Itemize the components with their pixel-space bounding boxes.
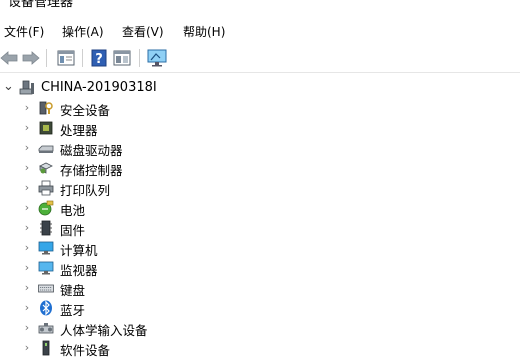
tree-node-label: 固件 bbox=[60, 223, 86, 238]
toolbar-separator bbox=[139, 49, 140, 67]
menu-bar: 文件(F) 操作(A) 查看(V) 帮助(H) bbox=[0, 20, 520, 42]
tree-node-label: 键盘 bbox=[60, 283, 86, 298]
help-button[interactable]: ? bbox=[88, 48, 110, 68]
bluetooth-icon bbox=[40, 300, 52, 316]
tree-node-print-queues[interactable]: › 打印队列 bbox=[0, 178, 520, 198]
monitor-icon bbox=[38, 261, 54, 275]
tree-node-label: 计算机 bbox=[60, 243, 98, 258]
firmware-icon bbox=[40, 220, 52, 236]
expand-chevron-icon[interactable]: › bbox=[22, 142, 32, 154]
expand-chevron-icon[interactable]: › bbox=[22, 122, 32, 134]
menu-file[interactable]: 文件(F) bbox=[4, 23, 44, 40]
expand-chevron-icon[interactable]: › bbox=[22, 342, 32, 354]
tree-node-computer[interactable]: › 计算机 bbox=[0, 238, 520, 259]
expand-chevron-icon[interactable]: › bbox=[22, 302, 32, 314]
tree-root-computer[interactable]: ⌄ CHINA-20190318I bbox=[0, 78, 520, 98]
tree-node-label: 软件设备 bbox=[60, 343, 111, 358]
scan-hardware-icon bbox=[147, 49, 167, 67]
tree-node-label: 打印队列 bbox=[60, 183, 111, 198]
toolbar-separator bbox=[46, 49, 47, 67]
printer-icon bbox=[38, 180, 54, 196]
tree-node-label: 蓝牙 bbox=[60, 303, 86, 318]
window-title: 设备管理器 bbox=[8, 0, 74, 10]
tree-node-label: 人体学输入设备 bbox=[60, 323, 148, 338]
toolbar-separator bbox=[82, 49, 83, 67]
tree-node-disk-drives[interactable]: › 磁盘驱动器 bbox=[0, 138, 520, 159]
tree-node-storage-controllers[interactable]: › 存储控制器 bbox=[0, 158, 520, 179]
expand-chevron-icon[interactable]: › bbox=[22, 242, 32, 254]
tree-node-monitors[interactable]: › 监视器 bbox=[0, 258, 520, 279]
software-device-icon bbox=[42, 340, 50, 356]
tree-node-firmware[interactable]: › 固件 bbox=[0, 218, 520, 238]
tree-node-label: 电池 bbox=[60, 203, 86, 218]
toolbar: ? bbox=[0, 44, 520, 73]
security-device-icon bbox=[39, 101, 53, 115]
help-icon: ? bbox=[91, 49, 107, 67]
tree-node-security-devices[interactable]: › 安全设备 bbox=[0, 98, 520, 119]
tree-node-batteries[interactable]: › 电池 bbox=[0, 198, 520, 218]
tree-node-label: 处理器 bbox=[60, 123, 98, 138]
menu-help[interactable]: 帮助(H) bbox=[183, 23, 225, 40]
properties-button[interactable] bbox=[55, 48, 77, 68]
expand-chevron-icon[interactable]: › bbox=[22, 162, 32, 174]
expand-chevron-icon[interactable]: › bbox=[22, 202, 32, 214]
processor-icon bbox=[39, 121, 53, 135]
storage-controller-icon bbox=[39, 162, 53, 174]
forward-arrow-icon bbox=[22, 51, 40, 65]
tree-node-hid[interactable]: › 人体学输入设备 bbox=[0, 318, 520, 339]
title-bar: 设备管理器 bbox=[0, 0, 520, 16]
update-driver-button[interactable] bbox=[111, 48, 133, 68]
properties-icon bbox=[57, 50, 75, 66]
hid-icon bbox=[38, 323, 54, 334]
expand-chevron-icon[interactable]: › bbox=[22, 322, 32, 334]
menu-action[interactable]: 操作(A) bbox=[62, 23, 104, 40]
expand-chevron-icon[interactable]: › bbox=[22, 182, 32, 194]
expand-chevron-icon[interactable]: › bbox=[22, 282, 32, 294]
svg-text:?: ? bbox=[95, 52, 103, 67]
expand-chevron-icon[interactable]: › bbox=[22, 222, 32, 234]
monitor-icon bbox=[38, 241, 54, 255]
expand-chevron-icon[interactable]: › bbox=[22, 102, 32, 114]
forward-button[interactable] bbox=[20, 48, 42, 68]
back-button[interactable] bbox=[0, 48, 20, 68]
scan-hardware-button[interactable] bbox=[146, 48, 168, 68]
keyboard-icon bbox=[38, 284, 54, 293]
tree-node-label: 安全设备 bbox=[60, 103, 111, 118]
menu-view[interactable]: 查看(V) bbox=[122, 23, 164, 40]
tree-node-software-devices[interactable]: › 软件设备 bbox=[0, 338, 520, 358]
disk-drive-icon bbox=[38, 145, 54, 153]
battery-icon bbox=[38, 200, 54, 216]
tree-node-bluetooth[interactable]: › 蓝牙 bbox=[0, 298, 520, 318]
tree-node-label: 存储控制器 bbox=[60, 163, 123, 178]
tree-node-keyboards[interactable]: › 键盘 bbox=[0, 278, 520, 299]
tree-node-processors[interactable]: › 处理器 bbox=[0, 118, 520, 139]
back-arrow-icon bbox=[0, 51, 18, 65]
computer-icon bbox=[19, 80, 34, 95]
update-driver-icon bbox=[113, 50, 131, 66]
root-computer-label: CHINA-20190318I bbox=[41, 80, 157, 95]
tree-node-label: 磁盘驱动器 bbox=[60, 143, 123, 158]
collapse-chevron-icon[interactable]: ⌄ bbox=[3, 80, 14, 93]
expand-chevron-icon[interactable]: › bbox=[22, 262, 32, 274]
tree-node-label: 监视器 bbox=[60, 263, 98, 278]
